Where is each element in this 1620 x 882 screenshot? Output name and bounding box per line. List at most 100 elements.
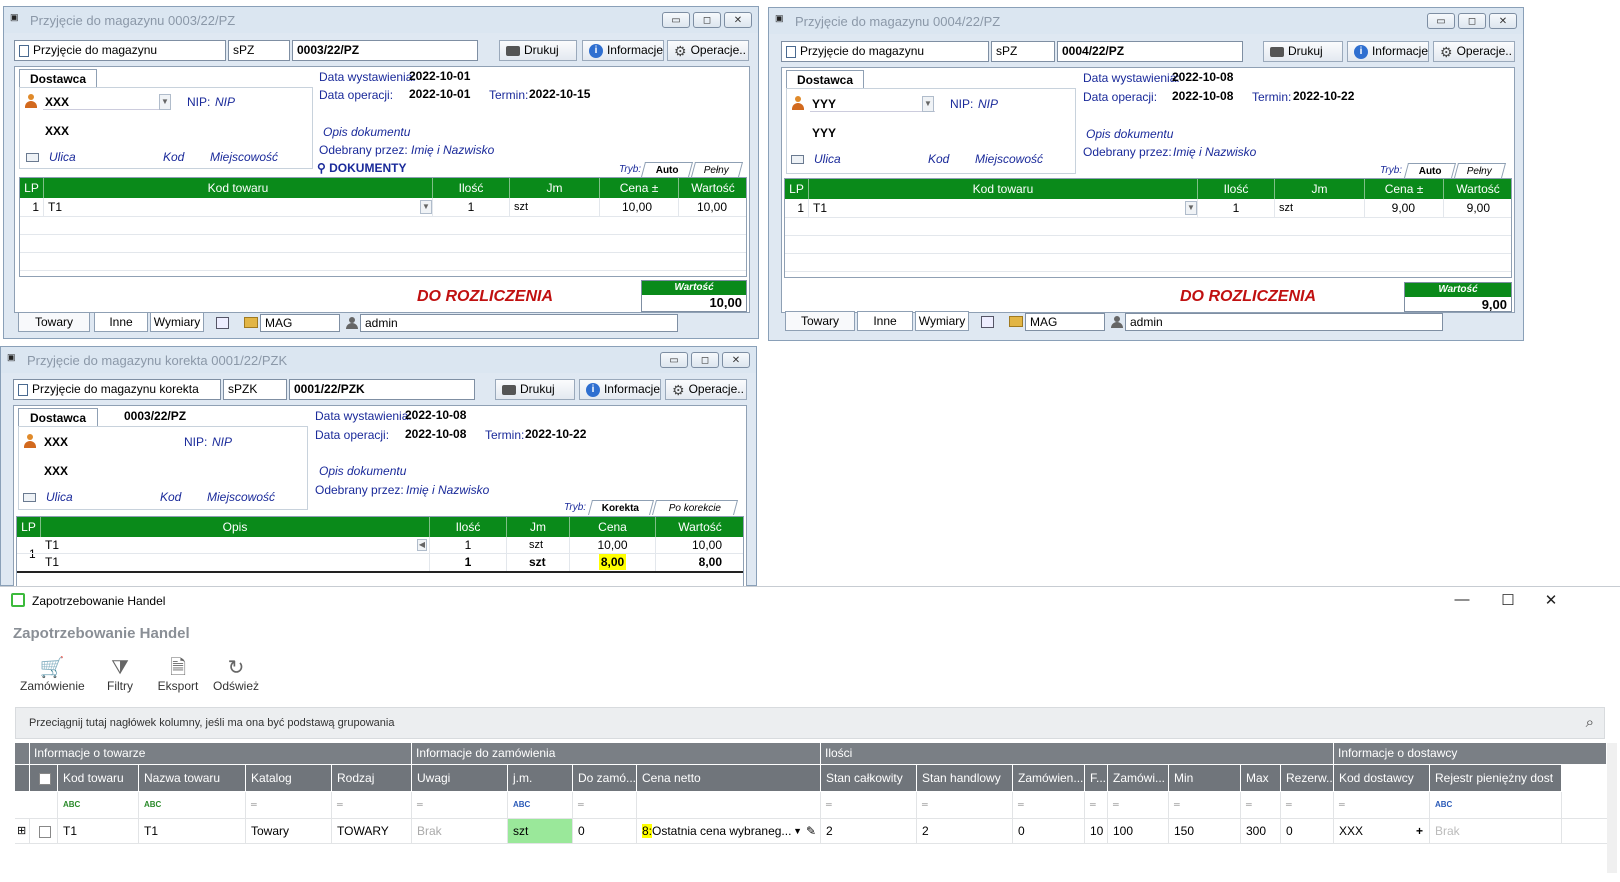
filter-kind[interactable]: ═ (332, 792, 412, 818)
col-unit[interactable]: Jm (507, 517, 570, 537)
filter-stock-trade[interactable]: ═ (917, 792, 1013, 818)
filter-f[interactable]: ═ (1085, 792, 1108, 818)
info-button[interactable]: i Informacje (579, 379, 661, 400)
operation-date[interactable]: 2022-10-08 (405, 427, 466, 441)
col-code[interactable]: Kod towaru (809, 179, 1198, 199)
warehouse-field[interactable]: MAG (1025, 313, 1105, 331)
cell-to-order[interactable]: 0 (573, 819, 637, 843)
col-ordered[interactable]: Zamówien... (1013, 765, 1085, 791)
table-row[interactable]: ⊞ T1 T1 Towary TOWARY Brak szt 0 8:Ostat… (15, 819, 1607, 844)
col-max[interactable]: Max (1241, 765, 1281, 791)
minimize-button[interactable]: ▭ (662, 12, 690, 28)
series-field[interactable]: sPZ (991, 41, 1055, 62)
cell-f[interactable]: 10 (1085, 819, 1108, 843)
cell-ordered[interactable]: 0 (1013, 819, 1085, 843)
window-menu-icon[interactable]: ▣ (10, 13, 19, 22)
table-row[interactable]: 1 T1 1 szt 10,00 10,00 (20, 198, 746, 217)
doc-type-field[interactable]: Przyjęcie do magazynu korekta (13, 379, 221, 400)
col-notes[interactable]: Uwagi (412, 765, 508, 791)
cell-reserved[interactable]: 0 (1281, 819, 1334, 843)
tab-mode-auto[interactable]: Auto (1403, 163, 1457, 178)
cell-net-price[interactable]: 8:Ostatnia cena wybraneg... ▼ ✎ (637, 819, 821, 843)
minimize-button[interactable]: — (1452, 591, 1472, 608)
series-field[interactable]: sPZ (228, 40, 290, 61)
supplier-dropdown[interactable]: ▼ (922, 96, 934, 112)
table-row[interactable]: 1 T1 1 szt 9,00 9,00 (785, 199, 1511, 218)
cell-kind[interactable]: TOWARY (332, 819, 412, 843)
documents-link[interactable]: ⚲ DOKUMENTY (317, 161, 406, 175)
refresh-button[interactable]: ↻ Odśwież (212, 657, 260, 693)
doc-type-field[interactable]: Przyjęcie do magazynu (14, 40, 226, 61)
cell-unit[interactable]: szt (508, 819, 573, 843)
col-stock-trade[interactable]: Stan handlowy (917, 765, 1013, 791)
search-icon[interactable]: ⌕ (1586, 708, 1594, 738)
tab-mode-correction[interactable]: Korekta (587, 500, 655, 515)
term-date[interactable]: 2022-10-22 (1293, 89, 1354, 103)
row-checkbox-cell[interactable] (30, 819, 58, 843)
operations-button[interactable]: ⚙ Operacje.. (1433, 41, 1515, 62)
city-field[interactable]: Miejscowość (210, 150, 278, 164)
col-f[interactable]: F... (1085, 765, 1108, 791)
close-button[interactable]: ✕ (724, 12, 752, 28)
tab-dimensions[interactable]: Wymiary (150, 312, 204, 332)
operation-date[interactable]: 2022-10-08 (1172, 89, 1233, 103)
tab-goods[interactable]: Towary (785, 311, 855, 331)
title-bar[interactable]: ▣ Przyjęcie do magazynu 0003/22/PZ ▭ ◻ ✕ (4, 7, 758, 33)
col-value[interactable]: Wartość (679, 178, 746, 198)
user-field[interactable]: admin (1125, 313, 1443, 331)
nip-value[interactable]: NIP (215, 95, 235, 109)
received-by[interactable]: Imię i Nazwisko (1173, 145, 1256, 159)
close-button[interactable]: ✕ (722, 352, 750, 368)
col-qty[interactable]: Ilość (430, 517, 507, 537)
cell-notes[interactable]: Brak (412, 819, 508, 843)
order-button[interactable]: 🛒 Zamówienie (20, 657, 85, 693)
row-code-dropdown[interactable]: ▼ (420, 200, 432, 214)
pencil-icon[interactable]: ✎ (806, 819, 816, 843)
col-product-name[interactable]: Nazwa towaru (139, 765, 246, 791)
window-menu-icon[interactable]: ▣ (775, 14, 784, 23)
filter-product-code[interactable]: ABC (58, 792, 139, 818)
filter-max[interactable]: ═ (1241, 792, 1281, 818)
select-all-checkbox[interactable] (39, 772, 51, 785)
tab-supplier[interactable]: Dostawca (18, 408, 98, 426)
calendar-icon[interactable] (981, 316, 994, 328)
number-field[interactable]: 0003/22/PZ (292, 40, 478, 61)
cell-product-name[interactable]: T1 (139, 819, 246, 843)
cell-stock-total[interactable]: 2 (821, 819, 917, 843)
filter-catalog[interactable]: ═ (246, 792, 332, 818)
city-field[interactable]: Miejscowość (975, 152, 1043, 166)
supplier-dropdown[interactable]: ▼ (159, 94, 171, 110)
info-button[interactable]: i Informacje (1347, 41, 1429, 62)
col-code[interactable]: Kod towaru (44, 178, 433, 198)
col-qty[interactable]: Ilość (433, 178, 510, 198)
issue-date[interactable]: 2022-10-08 (1172, 70, 1233, 84)
band-quantities[interactable]: Ilości (821, 743, 1334, 764)
filter-ordered[interactable]: ═ (1013, 792, 1085, 818)
received-by[interactable]: Imię i Nazwisko (406, 483, 489, 497)
col-description[interactable]: Opis (41, 517, 430, 537)
band-supplier-info[interactable]: Informacje o dostawcy (1334, 743, 1607, 764)
filter-notes[interactable]: ═ (412, 792, 508, 818)
col-lp[interactable]: LP (17, 517, 41, 537)
tab-mode-full[interactable]: Pełny (1453, 163, 1507, 178)
close-button[interactable]: ✕ (1541, 591, 1561, 609)
filter-net-price[interactable] (637, 792, 821, 818)
col-value[interactable]: Wartość (656, 517, 743, 537)
minimize-button[interactable]: ▭ (1427, 13, 1455, 29)
col-catalog[interactable]: Katalog (246, 765, 332, 791)
band-product-info[interactable]: Informacje o towarze (30, 743, 412, 764)
received-by[interactable]: Imię i Nazwisko (411, 143, 494, 157)
col-unit[interactable]: Jm (1275, 179, 1365, 199)
doc-description[interactable]: Opis dokumentu (323, 125, 410, 139)
title-bar[interactable]: ▣ Przyjęcie do magazynu 0004/22/PZ ▭ ◻ ✕ (769, 8, 1523, 34)
col-kind[interactable]: Rodzaj (332, 765, 412, 791)
tab-other[interactable]: Inne (857, 311, 913, 331)
filter-to-order[interactable]: ═ (573, 792, 637, 818)
operations-button[interactable]: ⚙ Operacje.. (665, 379, 747, 400)
group-by-panel[interactable]: Przeciągnij tutaj nagłówek kolumny, jeśl… (15, 707, 1605, 739)
col-lp[interactable]: LP (20, 178, 44, 198)
col-reserved[interactable]: Rezerw... (1281, 765, 1334, 791)
cell-supplier-code[interactable]: XXX + (1334, 819, 1430, 843)
filter-unit[interactable]: ABC (508, 792, 573, 818)
export-button[interactable]: 🗎 Eksport (155, 657, 201, 693)
